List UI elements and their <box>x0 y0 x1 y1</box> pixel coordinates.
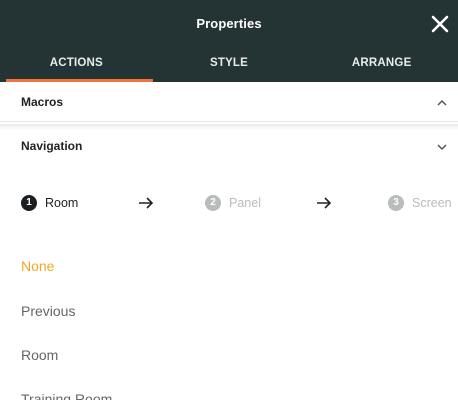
tab-bar: ACTIONS STYLE ARRANGE <box>0 48 458 82</box>
step-number: 1 <box>21 195 37 211</box>
navigation-section-header[interactable]: Navigation <box>0 126 458 166</box>
step-number: 3 <box>388 195 404 211</box>
step-screen[interactable]: 3 Screen <box>388 194 452 212</box>
macros-section-header[interactable]: Macros <box>0 82 458 122</box>
step-label: Panel <box>229 196 261 210</box>
option-room[interactable]: Room <box>21 347 58 363</box>
arrow-right-icon <box>138 196 154 210</box>
chevron-up-icon[interactable] <box>436 96 448 108</box>
tab-style[interactable]: STYLE <box>153 48 306 82</box>
arrow-right-icon <box>316 196 332 210</box>
step-room[interactable]: 1 Room <box>21 194 78 212</box>
tab-actions[interactable]: ACTIONS <box>0 48 153 82</box>
close-icon[interactable] <box>428 12 452 36</box>
properties-header: Properties <box>0 0 458 48</box>
step-label: Room <box>45 196 79 210</box>
macros-label: Macros <box>21 95 64 109</box>
tab-arrange[interactable]: ARRANGE <box>305 48 458 82</box>
step-label: Screen <box>412 196 452 210</box>
option-training-room[interactable]: Training Room <box>21 391 112 400</box>
navigation-label: Navigation <box>21 139 83 153</box>
chevron-down-icon[interactable] <box>436 140 448 152</box>
option-previous[interactable]: Previous <box>21 303 75 319</box>
step-panel[interactable]: 2 Panel <box>205 194 261 212</box>
panel-title: Properties <box>196 16 262 31</box>
navigation-stepper: 1 Room 2 Panel 3 Screen <box>0 186 458 220</box>
option-none[interactable]: None <box>21 258 54 274</box>
step-number: 2 <box>205 195 221 211</box>
